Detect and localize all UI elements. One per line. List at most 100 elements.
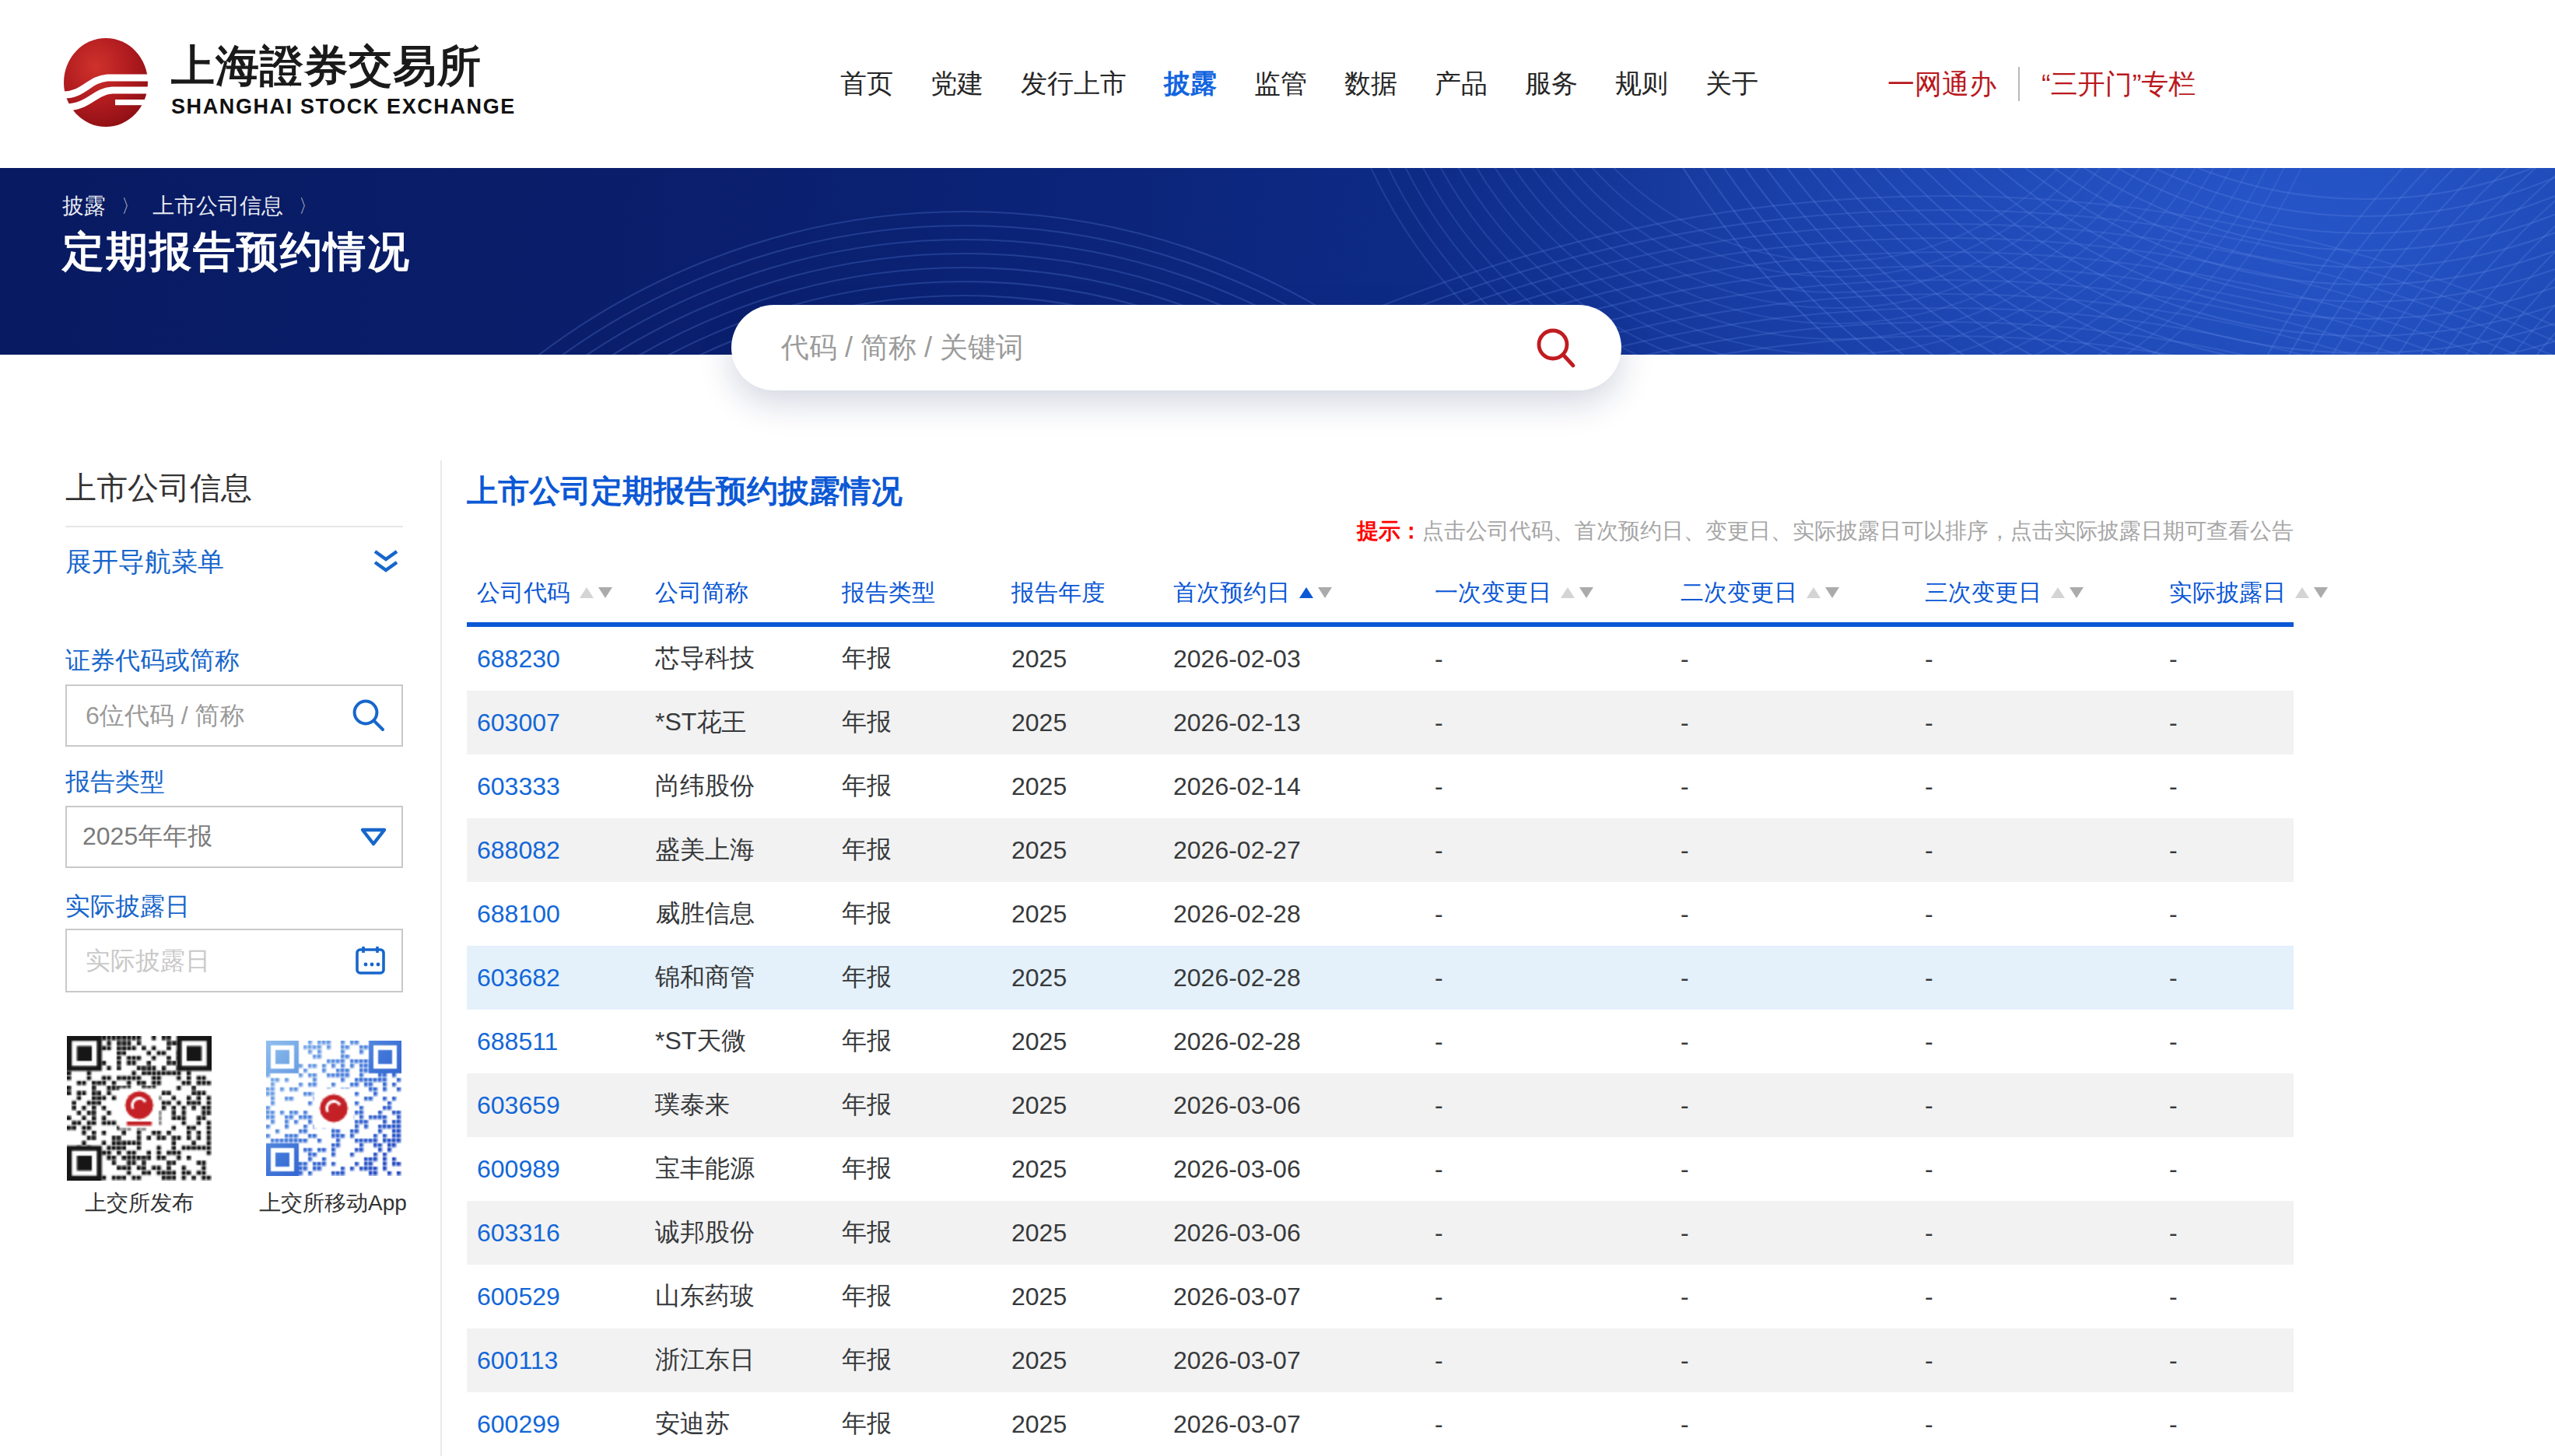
quick-links: 一网通办 “三开门”专栏	[1887, 0, 2196, 168]
sse-logo[interactable]: 上海證券交易所 SHANGHAI STOCK EXCHANGE	[62, 37, 513, 134]
nav-item-披露[interactable]: 披露	[1164, 66, 1217, 102]
cell-实际披露日: -	[2169, 1219, 2294, 1248]
quick-link-skm[interactable]: “三开门”专栏	[2042, 66, 2196, 103]
cell-报告年度: 2025	[1011, 772, 1173, 801]
nav-item-产品[interactable]: 产品	[1435, 66, 1488, 102]
quick-link-ywtb[interactable]: 一网通办	[1887, 66, 1996, 103]
search-icon[interactable]	[1534, 326, 1578, 369]
table-row: 600299安迪苏年报20252026-03-07----	[467, 1392, 2294, 1456]
column-header-二次变更日[interactable]: 二次变更日	[1681, 577, 1925, 609]
table-row: 603333尚纬股份年报20252026-02-14----	[467, 754, 2294, 818]
calendar-icon[interactable]	[353, 943, 387, 978]
sidebar-divider	[65, 526, 403, 527]
sort-arrows-icon	[1299, 587, 1332, 598]
nav-item-规则[interactable]: 规则	[1615, 66, 1668, 102]
sidebar-title: 上市公司信息	[65, 467, 252, 509]
sidebar-search-icon[interactable]	[350, 697, 387, 734]
cell-实际披露日: -	[2169, 1410, 2294, 1439]
nav-item-数据[interactable]: 数据	[1344, 66, 1397, 102]
breadcrumb-pilu[interactable]: 披露	[62, 191, 106, 221]
cell-实际披露日: -	[2169, 1091, 2294, 1120]
cell-company-code[interactable]: 603333	[477, 772, 655, 801]
cell-公司简称: 锦和商管	[655, 961, 842, 995]
breadcrumb-separator-icon: 〉	[299, 194, 314, 219]
cell-首次预约日: 2026-02-27	[1173, 836, 1435, 865]
cell-报告年度: 2025	[1011, 1346, 1173, 1375]
nav-item-发行上市[interactable]: 发行上市	[1021, 66, 1127, 102]
column-header-首次预约日[interactable]: 首次预约日	[1173, 577, 1435, 609]
cell-company-code[interactable]: 603682	[477, 964, 655, 992]
qr-caption-wechat: 上交所发布	[67, 1188, 212, 1218]
cell-一次变更日: -	[1435, 709, 1681, 737]
sort-hint: 提示：点击公司代码、首次预约日、变更日、实际披露日可以排序，点击实际披露日期可查…	[893, 516, 2294, 546]
cell-company-code[interactable]: 600529	[477, 1283, 655, 1311]
nav-item-服务[interactable]: 服务	[1525, 66, 1578, 102]
cell-首次预约日: 2026-03-06	[1173, 1091, 1435, 1120]
nav-item-关于[interactable]: 关于	[1705, 66, 1758, 102]
cell-实际披露日: -	[2169, 709, 2294, 737]
cell-三次变更日: -	[1925, 1091, 2169, 1120]
cell-三次变更日: -	[1925, 836, 2169, 865]
dropdown-triangle-icon	[359, 827, 387, 847]
cell-一次变更日: -	[1435, 1219, 1681, 1248]
cell-报告类型: 年报	[842, 1279, 1011, 1314]
cell-company-code[interactable]: 600299	[477, 1410, 655, 1439]
cell-公司简称: 盛美上海	[655, 833, 842, 867]
cell-company-code[interactable]: 688082	[477, 836, 655, 865]
cell-公司简称: *ST天微	[655, 1024, 842, 1059]
cell-三次变更日: -	[1925, 1027, 2169, 1056]
column-header-实际披露日[interactable]: 实际披露日	[2169, 577, 2328, 609]
cell-报告类型: 年报	[842, 1343, 1011, 1377]
actual-date-box	[65, 929, 403, 992]
cell-一次变更日: -	[1435, 1091, 1681, 1120]
cell-company-code[interactable]: 688511	[477, 1027, 655, 1056]
table-row: 688100威胜信息年报20252026-02-28----	[467, 882, 2294, 946]
actual-date-input[interactable]	[82, 945, 353, 977]
expand-nav-menu[interactable]: 展开导航菜单	[65, 544, 403, 580]
table-row: 600989宝丰能源年报20252026-03-06----	[467, 1137, 2294, 1201]
cell-company-code[interactable]: 603007	[477, 709, 655, 737]
report-type-select[interactable]: 2025年年报	[65, 806, 403, 868]
cell-报告类型: 年报	[842, 642, 1011, 676]
breadcrumb-listed-company-info[interactable]: 上市公司信息	[152, 191, 283, 221]
cell-报告类型: 年报	[842, 1152, 1011, 1186]
cell-二次变更日: -	[1681, 1091, 1925, 1120]
cell-二次变更日: -	[1681, 964, 1925, 992]
column-header-一次变更日[interactable]: 一次变更日	[1435, 577, 1681, 609]
cell-首次预约日: 2026-02-03	[1173, 645, 1435, 674]
cell-公司简称: 芯导科技	[655, 642, 842, 676]
cell-报告类型: 年报	[842, 705, 1011, 740]
table-row: 688511*ST天微年报20252026-02-28----	[467, 1010, 2294, 1073]
cell-一次变更日: -	[1435, 1410, 1681, 1439]
cell-首次预约日: 2026-02-13	[1173, 709, 1435, 737]
search-input[interactable]	[778, 330, 1534, 366]
cell-company-code[interactable]: 603659	[477, 1091, 655, 1120]
column-header-公司代码[interactable]: 公司代码	[477, 577, 655, 609]
column-header-三次变更日[interactable]: 三次变更日	[1925, 577, 2169, 609]
cell-company-code[interactable]: 600989	[477, 1155, 655, 1184]
cell-二次变更日: -	[1681, 1155, 1925, 1184]
nav-item-监管[interactable]: 监管	[1254, 66, 1307, 102]
cell-报告年度: 2025	[1011, 900, 1173, 929]
qr-code-sse-wechat	[67, 1036, 212, 1181]
cell-三次变更日: -	[1925, 1219, 2169, 1248]
nav-item-党建[interactable]: 党建	[931, 66, 983, 102]
table-body: 688230芯导科技年报20252026-02-03----603007*ST花…	[467, 627, 2294, 1456]
nav-item-首页[interactable]: 首页	[840, 66, 893, 102]
cell-company-code[interactable]: 688100	[477, 900, 655, 929]
cell-company-code[interactable]: 600113	[477, 1346, 655, 1375]
cell-实际披露日: -	[2169, 1346, 2294, 1375]
section-title: 上市公司定期报告预约披露情况	[467, 470, 902, 513]
cell-公司简称: 尚纬股份	[655, 769, 842, 803]
code-filter-input[interactable]	[82, 700, 350, 732]
table-header-row: 公司代码公司简称报告类型报告年度首次预约日一次变更日二次变更日三次变更日实际披露…	[467, 569, 2294, 616]
cell-三次变更日: -	[1925, 900, 2169, 929]
cell-一次变更日: -	[1435, 1155, 1681, 1184]
cell-首次预约日: 2026-02-14	[1173, 772, 1435, 801]
sort-arrows-icon	[2051, 587, 2084, 598]
cell-首次预约日: 2026-03-07	[1173, 1346, 1435, 1375]
cell-二次变更日: -	[1681, 1219, 1925, 1248]
cell-company-code[interactable]: 688230	[477, 645, 655, 674]
cell-company-code[interactable]: 603316	[477, 1219, 655, 1248]
cell-报告类型: 年报	[842, 1024, 1011, 1059]
